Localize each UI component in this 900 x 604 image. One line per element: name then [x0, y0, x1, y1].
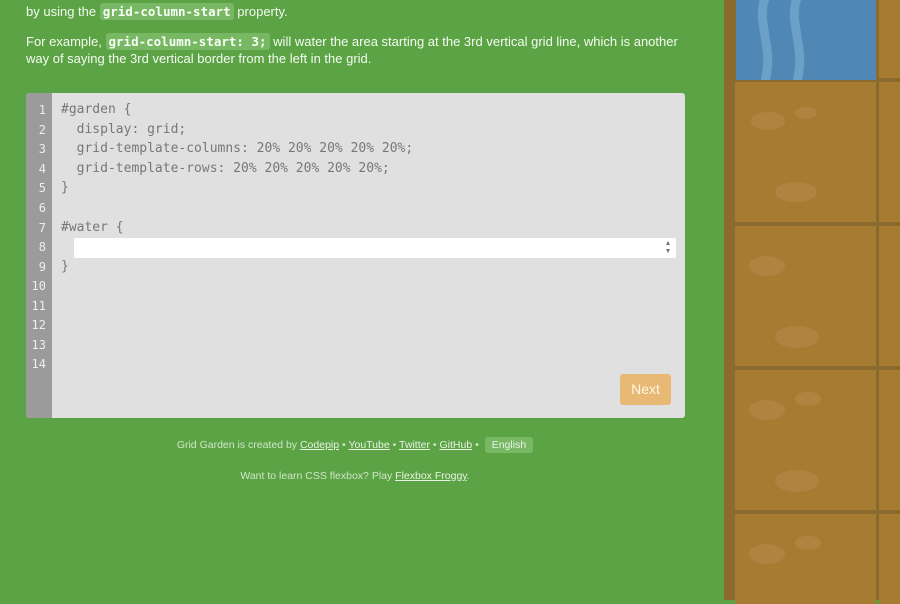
promo-punctuation: . — [466, 470, 470, 482]
line-number: 11 — [31, 299, 46, 313]
stone — [749, 544, 785, 564]
inline-code-property: grid-column-start — [99, 3, 234, 20]
credits-bar: Grid Garden is created by Codepip • YouT… — [0, 437, 710, 453]
separator: • — [392, 439, 397, 451]
line-number-gutter: 1 2 3 4 5 6 7 8 9 10 11 12 13 14 — [26, 93, 52, 418]
flexbox-froggy-link[interactable]: Flexbox Froggy — [395, 470, 467, 482]
stone — [795, 392, 821, 406]
instruction-paragraph-2: For example, grid-column-start: 3; will … — [26, 33, 686, 67]
soil-plot — [879, 370, 900, 510]
soil-plot — [735, 514, 876, 604]
line-number: 7 — [38, 221, 46, 235]
youtube-link[interactable]: YouTube — [348, 439, 389, 451]
soil-plot — [879, 514, 900, 604]
css-answer-input[interactable]: ▲ ▼ — [74, 238, 676, 258]
resize-arrows-icon[interactable]: ▲ ▼ — [664, 240, 672, 256]
code-editor: 1 2 3 4 5 6 7 8 9 10 11 12 13 14 #garden… — [26, 93, 685, 418]
stone — [775, 182, 817, 202]
stone — [795, 536, 821, 550]
soil-plot — [735, 82, 876, 222]
instruction-paragraph-1: by using the grid-column-start property. — [26, 3, 686, 20]
instruction-text: by using the — [26, 4, 97, 19]
soil-plot — [879, 82, 900, 222]
line-number: 3 — [38, 142, 46, 156]
twitter-link[interactable]: Twitter — [399, 439, 430, 451]
line-number: 13 — [31, 338, 46, 352]
language-selector[interactable]: English — [484, 437, 534, 453]
code-line: display: grid; — [61, 122, 187, 137]
codepip-link[interactable]: Codepip — [300, 439, 339, 451]
soil-plot — [735, 370, 876, 510]
promo-text: Want to learn CSS flexbox? Play — [240, 470, 393, 482]
code-line: } — [61, 180, 69, 195]
line-number: 4 — [38, 162, 46, 176]
line-number: 1 — [38, 103, 46, 117]
soil-plot — [879, 226, 900, 366]
code-line: } — [61, 259, 69, 274]
code-line: grid-template-columns: 20% 20% 20% 20% 2… — [61, 141, 414, 156]
water-tile — [736, 0, 876, 80]
next-button[interactable]: Next — [620, 374, 671, 405]
line-number: 6 — [38, 201, 46, 215]
stone — [749, 256, 785, 276]
stone — [751, 112, 785, 130]
stone — [775, 326, 819, 348]
stone — [749, 400, 785, 420]
line-number: 12 — [31, 318, 46, 332]
line-number: 2 — [38, 123, 46, 137]
water-waves — [757, 0, 805, 80]
separator: • — [475, 439, 479, 451]
soil-plot — [735, 226, 876, 366]
line-number: 10 — [31, 279, 46, 293]
soil-plot — [879, 0, 900, 78]
garden-board — [724, 0, 900, 604]
credits-text: Grid Garden is created by — [176, 439, 298, 451]
instruction-text: For example, — [26, 34, 102, 49]
stone — [775, 470, 819, 492]
separator: • — [342, 439, 346, 451]
instructions-panel: by using the grid-column-start property.… — [0, 0, 724, 600]
line-number: 5 — [38, 181, 46, 195]
separator: • — [432, 439, 437, 451]
line-number: 14 — [31, 357, 46, 371]
code-line: grid-template-rows: 20% 20% 20% 20% 20%; — [61, 161, 390, 176]
github-link[interactable]: GitHub — [440, 439, 473, 451]
froggy-promo: Want to learn CSS flexbox? Play Flexbox … — [0, 470, 710, 482]
instruction-text: property. — [237, 4, 288, 19]
line-number: 9 — [38, 260, 46, 274]
stone — [795, 107, 817, 119]
code-line: #water { — [61, 220, 124, 235]
line-number: 8 — [38, 240, 46, 254]
inline-code-example: grid-column-start: 3; — [105, 33, 270, 50]
code-line: #garden { — [61, 102, 132, 117]
